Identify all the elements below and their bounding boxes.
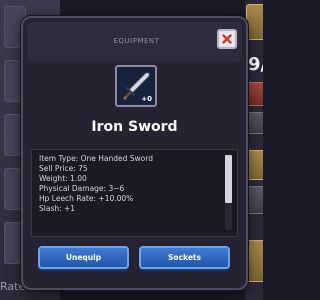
equipment-modal: EQUIPMENT +0 Iron Sword Item Type: One H…	[21, 16, 248, 290]
background-card	[246, 112, 263, 134]
unequip-button[interactable]: Unequip	[38, 246, 129, 269]
background-counter: 9/	[248, 54, 263, 75]
item-level-badge: +0	[141, 95, 152, 103]
stats-scrollbar-thumb[interactable]	[225, 155, 232, 203]
stat-sell-price: Sell Price: 75	[39, 164, 88, 173]
item-stats-list: Item Type: One Handed Sword Sell Price: …	[39, 154, 219, 214]
background-card	[246, 150, 263, 180]
stat-item-type: Item Type: One Handed Sword	[39, 154, 153, 163]
close-x-icon	[221, 33, 233, 45]
background-card	[246, 4, 263, 40]
stat-hp-leech-rate: Hp Leech Rate: +10.00%	[39, 194, 134, 203]
stat-slash: Slash: +1	[39, 204, 76, 213]
item-stats-panel[interactable]: Item Type: One Handed Sword Sell Price: …	[31, 149, 238, 237]
background-card	[246, 240, 263, 282]
sockets-button[interactable]: Sockets	[139, 246, 230, 269]
close-button[interactable]	[217, 29, 237, 49]
stats-scrollbar[interactable]	[225, 155, 232, 230]
item-name: Iron Sword	[91, 119, 178, 135]
item-slot[interactable]: +0	[115, 65, 157, 107]
game-screen: 9/ Rate 10.00% EQUIPMENT +0 Iron Sword I…	[0, 0, 263, 300]
background-card	[246, 82, 263, 106]
background-card	[246, 186, 263, 214]
stat-weight: Weight: 1.00	[39, 174, 87, 183]
modal-title: EQUIPMENT	[113, 37, 160, 45]
stat-physical-damage: Physical Damage: 3~6	[39, 184, 125, 193]
